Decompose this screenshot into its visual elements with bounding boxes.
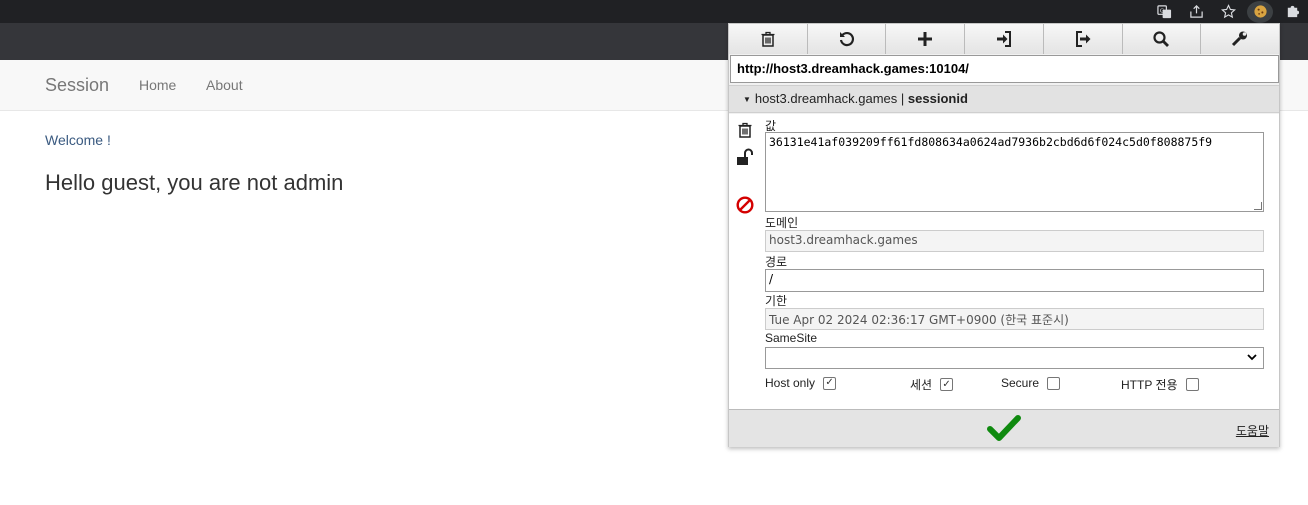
- reset-button[interactable]: [807, 24, 887, 54]
- trash-icon: [738, 122, 752, 138]
- path-field[interactable]: /: [765, 269, 1264, 292]
- domain-field[interactable]: host3.dreamhack.games: [765, 230, 1264, 252]
- browser-toolbar: G: [0, 0, 1308, 23]
- value-text: 36131e41af039209ff61fd808634a0624ad7936b…: [769, 135, 1213, 149]
- delete-all-button[interactable]: [729, 24, 808, 54]
- secure-option: Secure: [1001, 376, 1061, 390]
- chevron-down-icon: [1247, 354, 1257, 361]
- plus-icon: [918, 32, 933, 46]
- trash-icon: [761, 31, 775, 47]
- import-button[interactable]: [965, 24, 1044, 54]
- extensions-puzzle-icon[interactable]: [1276, 0, 1308, 23]
- save-checkmark-icon[interactable]: [987, 414, 1021, 444]
- cookie-separator: |: [900, 91, 905, 106]
- sign-in-icon: [997, 31, 1012, 47]
- translate-icon[interactable]: G: [1148, 0, 1180, 23]
- welcome-text: Welcome !: [45, 132, 111, 148]
- protect-cookie-button[interactable]: [735, 147, 755, 167]
- cookie-editor-popup: http://host3.dreamhack.games:10104/ ▼ hos…: [728, 23, 1280, 447]
- nav-about-link[interactable]: About: [206, 77, 243, 93]
- expires-label: 기한: [765, 294, 788, 308]
- resize-handle[interactable]: [1254, 202, 1262, 210]
- site-brand[interactable]: Session: [45, 75, 109, 96]
- value-textarea[interactable]: 36131e41af039209ff61fd808634a0624ad7936b…: [765, 132, 1264, 212]
- search-icon: [1153, 31, 1170, 47]
- options-button[interactable]: [1201, 24, 1280, 54]
- host-only-label: Host only: [765, 376, 816, 390]
- cookie-row-header[interactable]: ▼ host3.dreamhack.games | sessionid: [729, 85, 1279, 113]
- host-only-option: Host only ✓: [765, 376, 837, 390]
- bookmark-star-icon[interactable]: [1212, 0, 1244, 23]
- unlock-icon: [737, 148, 753, 165]
- samesite-label: SameSite: [765, 331, 818, 345]
- svg-text:G: G: [1159, 8, 1163, 14]
- url-field[interactable]: http://host3.dreamhack.games:10104/: [730, 55, 1279, 83]
- session-option: 세션 ✓: [910, 376, 954, 393]
- undo-icon: [839, 32, 854, 47]
- cookie-detail-panel: 값 36131e41af039209ff61fd808634a0624ad793…: [729, 114, 1279, 409]
- popup-footer: 도움말: [729, 409, 1279, 447]
- http-only-checkbox[interactable]: [1185, 378, 1199, 391]
- http-only-label: HTTP 전용: [1121, 378, 1178, 392]
- cookie-name: sessionid: [907, 91, 968, 106]
- cookie-flags: Host only ✓ 세션 ✓ Secure HTTP 전용: [765, 376, 1265, 392]
- search-button[interactable]: [1122, 24, 1202, 54]
- sign-out-icon: [1075, 31, 1091, 47]
- cookie-domain: host3.dreamhack.games: [754, 91, 898, 106]
- add-cookie-button[interactable]: [886, 24, 966, 54]
- host-only-checkbox[interactable]: ✓: [823, 376, 837, 390]
- export-button[interactable]: [1043, 24, 1123, 54]
- path-label: 경로: [765, 255, 788, 269]
- domain-label: 도메인: [765, 216, 799, 230]
- collapse-arrow-icon: ▼: [743, 95, 751, 105]
- cookie-extension-icon[interactable]: [1247, 0, 1273, 23]
- http-only-option: HTTP 전용: [1121, 376, 1199, 393]
- block-cookie-button[interactable]: [735, 195, 755, 215]
- secure-checkbox[interactable]: [1047, 376, 1061, 390]
- cookie-toolbar: [729, 24, 1280, 54]
- block-icon: [736, 196, 754, 214]
- samesite-select[interactable]: [765, 347, 1264, 369]
- expires-field[interactable]: Tue Apr 02 2024 02:36:17 GMT+0900 (한국 표준…: [765, 308, 1264, 330]
- session-checkbox[interactable]: ✓: [940, 378, 954, 391]
- share-icon[interactable]: [1180, 0, 1212, 23]
- session-label: 세션: [910, 378, 933, 392]
- delete-cookie-button[interactable]: [735, 120, 755, 140]
- greeting-message: Hello guest, you are not admin: [45, 170, 344, 195]
- help-link[interactable]: 도움말: [1236, 422, 1269, 439]
- secure-label: Secure: [1001, 376, 1040, 390]
- wrench-icon: [1232, 31, 1248, 47]
- nav-home-link[interactable]: Home: [139, 77, 176, 93]
